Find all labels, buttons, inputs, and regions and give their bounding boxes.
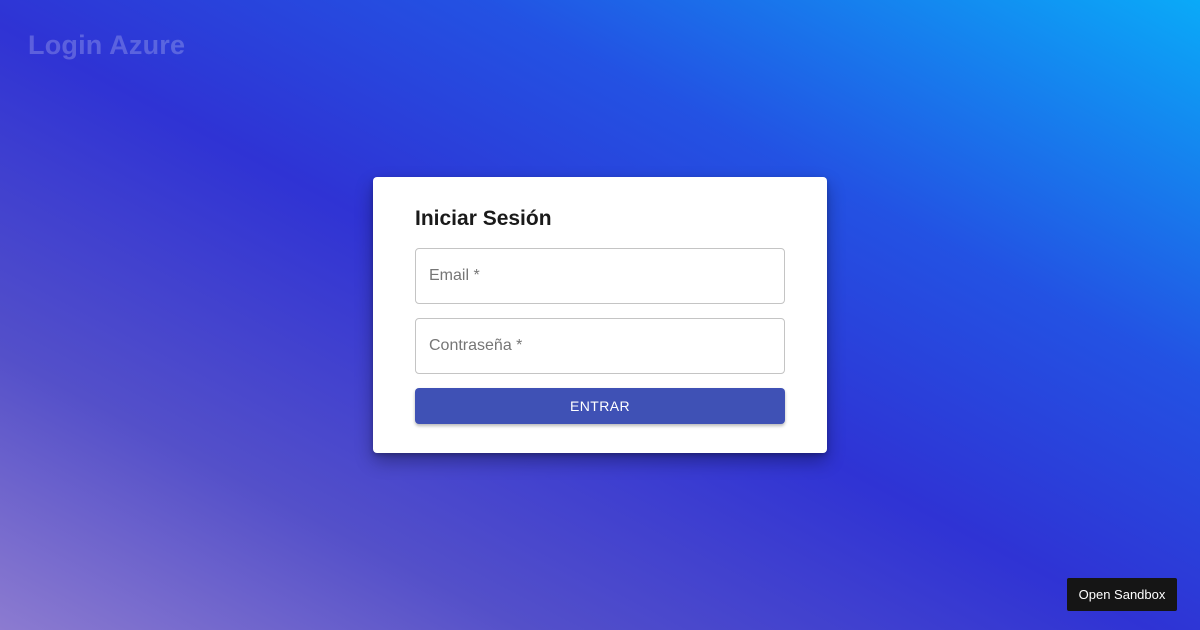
login-title: Iniciar Sesión bbox=[415, 207, 552, 230]
email-field bbox=[415, 248, 785, 304]
app-title: Login Azure bbox=[28, 30, 186, 60]
submit-button[interactable]: ENTRAR bbox=[415, 388, 785, 424]
login-card: Iniciar Sesión ENTRAR bbox=[373, 177, 827, 453]
email-input[interactable] bbox=[416, 249, 784, 303]
open-sandbox-button[interactable]: Open Sandbox bbox=[1067, 578, 1177, 611]
password-field bbox=[415, 318, 785, 374]
password-input[interactable] bbox=[416, 319, 784, 373]
